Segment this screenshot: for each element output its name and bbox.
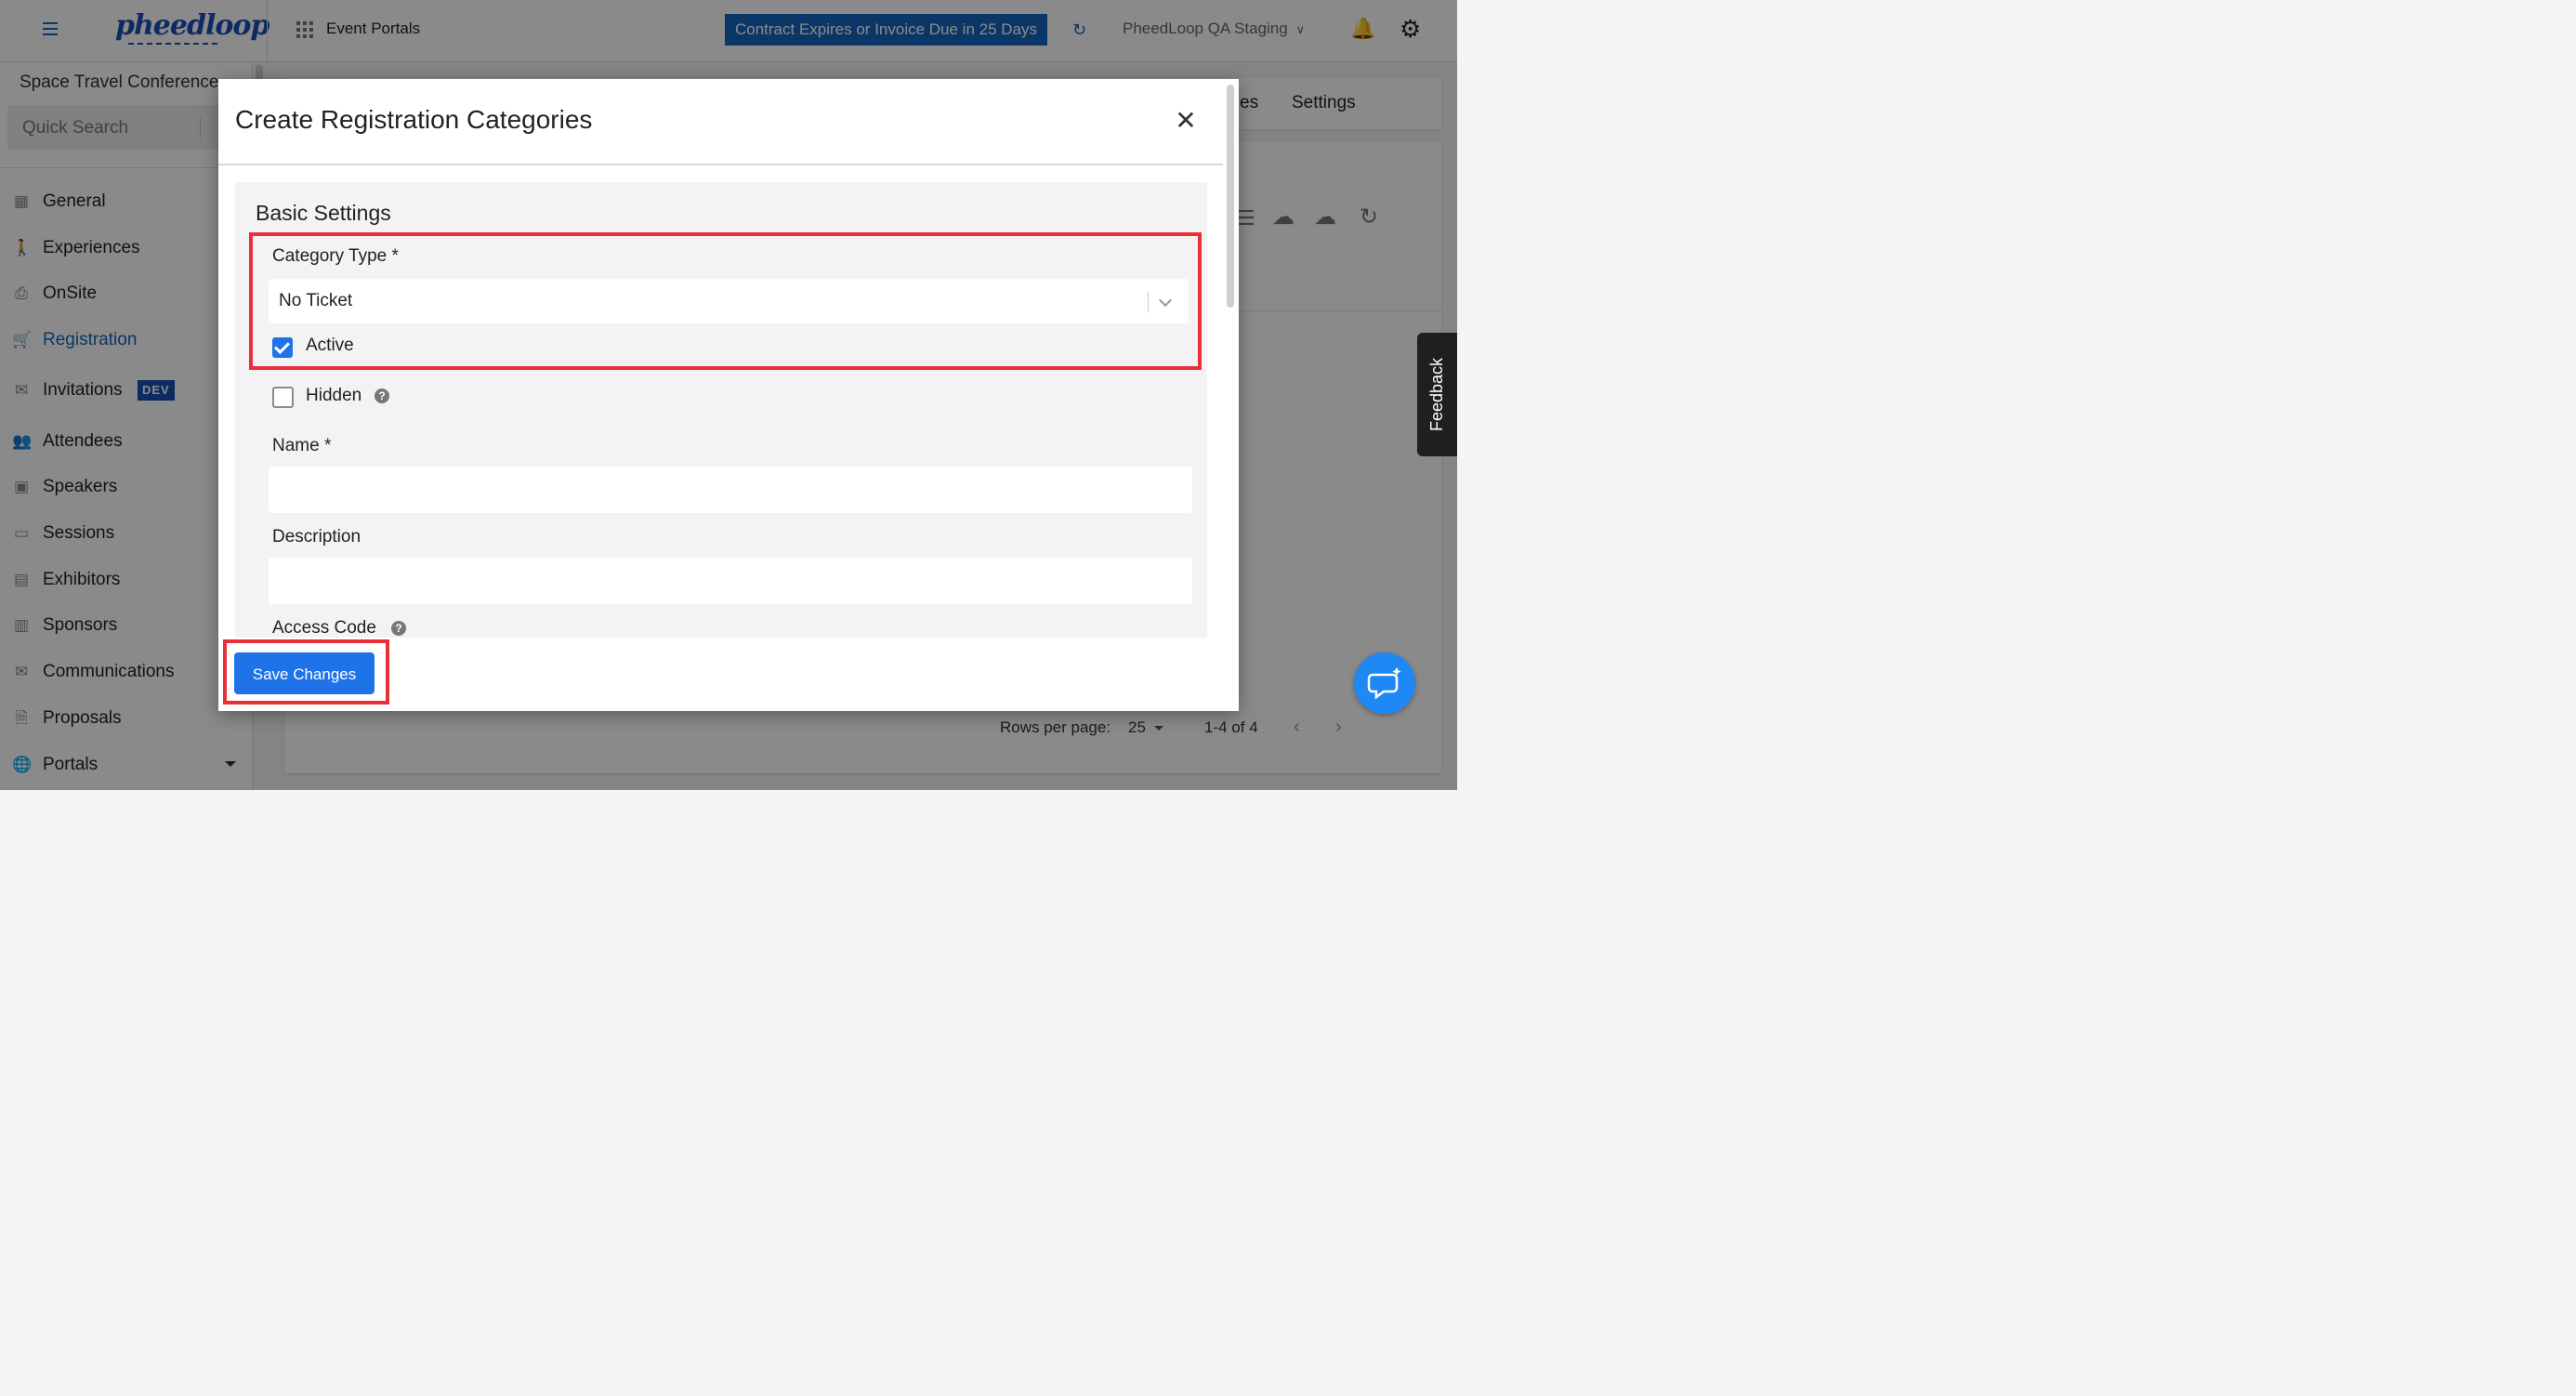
- close-icon: ✕: [1175, 106, 1197, 135]
- help-icon[interactable]: ?: [391, 621, 406, 636]
- create-registration-category-modal: Create Registration Categories ✕ Basic S…: [218, 79, 1239, 711]
- modal-header-divider: [218, 164, 1223, 165]
- feedback-tab[interactable]: Feedback: [1417, 333, 1457, 456]
- save-button[interactable]: Save Changes: [234, 652, 375, 694]
- chat-button[interactable]: [1354, 652, 1415, 714]
- access-code-label: Access Code: [272, 618, 376, 638]
- close-button[interactable]: ✕: [1172, 107, 1200, 135]
- basic-settings-panel: Basic Settings Category Type * No Ticket…: [235, 182, 1207, 638]
- feedback-label-wrap: Feedback: [1417, 333, 1457, 456]
- section-title: Basic Settings: [256, 201, 391, 225]
- modal-scrollbar[interactable]: [1227, 85, 1234, 308]
- modal-title: Create Registration Categories: [235, 105, 593, 134]
- hidden-checkbox[interactable]: [272, 387, 294, 408]
- name-label: Name *: [272, 436, 332, 455]
- hidden-label: Hidden: [306, 386, 362, 405]
- description-field[interactable]: [269, 558, 1192, 604]
- chat-icon: [1367, 667, 1401, 700]
- name-field[interactable]: [269, 467, 1192, 513]
- category-highlight: [249, 232, 1202, 370]
- help-icon[interactable]: ?: [375, 389, 389, 403]
- feedback-label: Feedback: [1427, 357, 1446, 432]
- description-label: Description: [272, 527, 361, 547]
